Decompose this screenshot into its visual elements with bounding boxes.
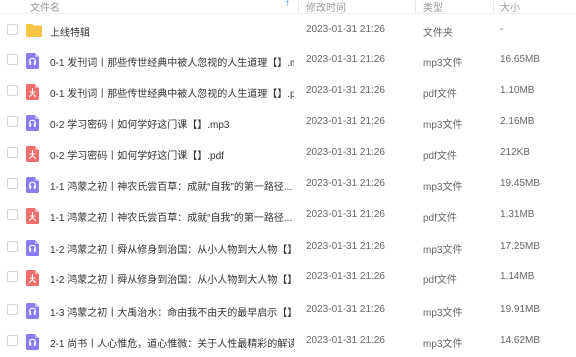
file-size: 17.25MB xyxy=(500,241,541,252)
file-name[interactable]: 0-2 学习密码丨如何学好这门课【】.pdf xyxy=(50,147,294,162)
pdf-file-icon xyxy=(26,146,41,162)
file-modified-time: 2023-01-31 21:26 xyxy=(306,24,385,35)
file-name[interactable]: 1-1 鸿蒙之初丨神农氏尝百草：成就“自我”的第一路径... xyxy=(50,209,294,224)
file-name[interactable]: 1-2 鸿蒙之初丨舜从修身到治国：从小人物到大人物【】... xyxy=(50,271,294,286)
file-name[interactable]: 1-1 鸿蒙之初丨神农氏尝百草：成就“自我”的第一路径... xyxy=(50,178,294,193)
audio-file-icon xyxy=(26,177,41,193)
file-name[interactable]: 0-2 学习密码丨如何学好这门课【】.mp3 xyxy=(50,116,294,131)
file-size: - xyxy=(500,24,504,35)
row-checkbox[interactable] xyxy=(7,335,18,346)
row-checkbox[interactable] xyxy=(7,304,18,315)
file-type: mp3文件 xyxy=(423,339,463,350)
file-row[interactable]: 1-3 鸿蒙之初丨大禹治水：命由我不由天的最早启示【】... 2023-01-31… xyxy=(0,295,576,326)
file-size: 1.14MB xyxy=(500,271,535,282)
file-modified-time: 2023-01-31 21:26 xyxy=(306,178,385,189)
audio-file-icon xyxy=(26,334,41,350)
file-modified-time: 2023-01-31 21:26 xyxy=(306,209,385,220)
audio-file-icon xyxy=(26,240,41,256)
file-modified-time: 2023-01-31 21:26 xyxy=(306,85,385,96)
file-row[interactable]: 1-1 鸿蒙之初丨神农氏尝百草：成就“自我”的第一路径... 2023-01-31… xyxy=(0,200,576,231)
pdf-file-icon xyxy=(26,84,41,100)
pdf-file-icon xyxy=(26,270,41,286)
file-modified-time: 2023-01-31 21:26 xyxy=(306,116,385,127)
file-row[interactable]: 0-1 发刊词丨那些传世经典中被人忽视的人生道理【】.pdf 2023-01-31… xyxy=(0,76,576,107)
folder-icon xyxy=(26,23,42,39)
column-header-type[interactable]: 类型 xyxy=(423,0,443,14)
file-size: 16.65MB xyxy=(500,54,541,65)
file-name[interactable]: 1-2 鸿蒙之初丨舜从修身到治国：从小人物到大人物【】... xyxy=(50,241,294,256)
file-size: 19.45MB xyxy=(500,178,541,189)
file-type: mp3文件 xyxy=(423,245,463,256)
audio-file-icon xyxy=(26,303,41,319)
file-type: mp3文件 xyxy=(423,308,463,319)
audio-file-icon xyxy=(26,115,41,131)
file-row[interactable]: 1-2 鸿蒙之初丨舜从修身到治国：从小人物到大人物【】... 2023-01-31… xyxy=(0,232,576,263)
row-checkbox[interactable] xyxy=(7,178,18,189)
column-divider[interactable] xyxy=(415,0,416,13)
file-type: mp3文件 xyxy=(423,182,463,193)
row-checkbox[interactable] xyxy=(7,271,18,282)
row-checkbox[interactable] xyxy=(7,85,18,96)
file-modified-time: 2023-01-31 21:26 xyxy=(306,304,385,315)
file-size: 19.91MB xyxy=(500,304,541,315)
file-modified-time: 2023-01-31 21:26 xyxy=(306,271,385,282)
row-checkbox[interactable] xyxy=(7,54,18,65)
file-name[interactable]: 1-3 鸿蒙之初丨大禹治水：命由我不由天的最早启示【】... xyxy=(50,304,294,319)
file-row[interactable]: 上线特辑 2023-01-31 21:26 文件夹 - xyxy=(0,15,576,46)
file-type: mp3文件 xyxy=(423,58,463,69)
file-list-header: 文件名 ↑ 修改时间 类型 大小 xyxy=(0,0,576,14)
column-header-time[interactable]: 修改时间 xyxy=(306,0,346,14)
file-type: pdf文件 xyxy=(423,151,457,162)
column-divider[interactable] xyxy=(493,0,494,13)
file-modified-time: 2023-01-31 21:26 xyxy=(306,241,385,252)
file-type: mp3文件 xyxy=(423,120,463,131)
file-name[interactable]: 上线特辑 xyxy=(50,24,294,39)
file-size: 212KB xyxy=(500,147,531,158)
column-header-size[interactable]: 大小 xyxy=(500,0,520,14)
file-row[interactable]: 0-1 发刊词丨那些传世经典中被人忽视的人生道理【】.m... 2023-01-3… xyxy=(0,45,576,76)
file-type: pdf文件 xyxy=(423,89,457,100)
column-header-name[interactable]: 文件名 xyxy=(30,0,60,14)
file-row[interactable]: 0-2 学习密码丨如何学好这门课【】.mp3 2023-01-31 21:26 mp… xyxy=(0,107,576,138)
file-type: pdf文件 xyxy=(423,275,457,286)
audio-file-icon xyxy=(26,53,41,69)
file-size: 2.16MB xyxy=(500,116,535,127)
file-size: 1.10MB xyxy=(500,85,535,96)
file-type: pdf文件 xyxy=(423,213,457,224)
file-row[interactable]: 1-1 鸿蒙之初丨神农氏尝百草：成就“自我”的第一路径... 2023-01-31… xyxy=(0,169,576,200)
file-row[interactable]: 1-2 鸿蒙之初丨舜从修身到治国：从小人物到大人物【】... 2023-01-31… xyxy=(0,262,576,293)
row-checkbox[interactable] xyxy=(7,24,18,35)
file-modified-time: 2023-01-31 21:26 xyxy=(306,147,385,158)
row-checkbox[interactable] xyxy=(7,209,18,220)
file-name[interactable]: 0-1 发刊词丨那些传世经典中被人忽视的人生道理【】.m... xyxy=(50,54,294,69)
column-divider[interactable] xyxy=(298,0,299,13)
row-checkbox[interactable] xyxy=(7,116,18,127)
file-size: 14.62MB xyxy=(500,335,541,346)
file-modified-time: 2023-01-31 21:26 xyxy=(306,54,385,65)
file-row[interactable]: 0-2 学习密码丨如何学好这门课【】.pdf 2023-01-31 21:26 pd… xyxy=(0,138,576,169)
file-modified-time: 2023-01-31 21:26 xyxy=(306,335,385,346)
file-name[interactable]: 0-1 发刊词丨那些传世经典中被人忽视的人生道理【】.pdf xyxy=(50,85,294,100)
row-checkbox[interactable] xyxy=(7,147,18,158)
file-row[interactable]: 2-1 尚书丨人心惟危，道心惟微：关于人性最精彩的解读... 2023-01-31… xyxy=(0,326,576,357)
file-name[interactable]: 2-1 尚书丨人心惟危，道心惟微：关于人性最精彩的解读... xyxy=(50,335,294,350)
file-type: 文件夹 xyxy=(423,28,453,39)
sort-ascending-icon[interactable]: ↑ xyxy=(285,0,290,9)
row-checkbox[interactable] xyxy=(7,241,18,252)
pdf-file-icon xyxy=(26,208,41,224)
file-size: 1.31MB xyxy=(500,209,535,220)
